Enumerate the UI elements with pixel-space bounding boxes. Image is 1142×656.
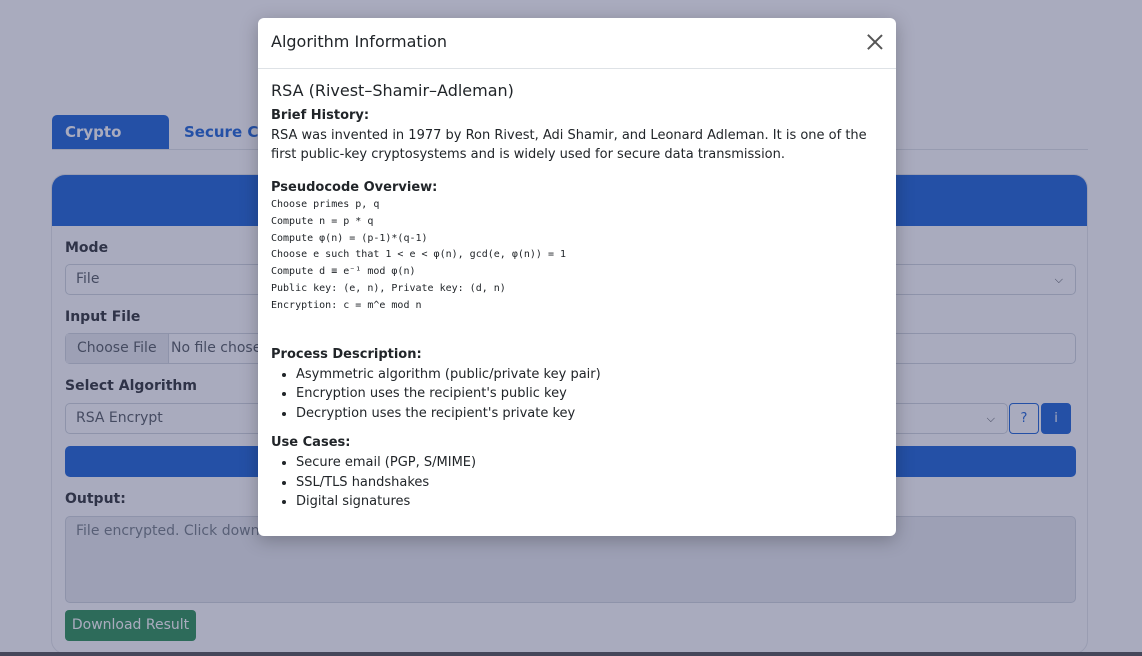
close-icon[interactable]: [864, 31, 886, 53]
list-item: Decryption uses the recipient's private …: [296, 404, 883, 424]
use-cases-list: Secure email (PGP, S/MIME) SSL/TLS hands…: [271, 453, 883, 512]
pseudocode-line: Choose primes p, q: [271, 199, 380, 210]
modal-header: Algorithm Information: [258, 18, 896, 69]
history-heading: Brief History:: [271, 108, 370, 123]
pseudocode-line: Encryption: c = m^e mod n: [271, 299, 422, 311]
pseudocode-line: Compute φ(n) = (p-1)*(q-1): [271, 232, 428, 244]
pseudocode-line: Public key: (e, n), Private key: (d, n): [271, 282, 506, 294]
pseudocode-line: Choose e such that 1 < e < φ(n), gcd(e, …: [271, 249, 567, 261]
process-heading: Process Description:: [271, 346, 422, 362]
list-item: SSL/TLS handshakes: [296, 473, 883, 493]
history-text: RSA was invented in 1977 by Ron Rivest, …: [271, 128, 867, 162]
modal-body: RSA (Rivest–Shamir–Adleman) Brief Histor…: [271, 81, 883, 512]
use-cases-heading: Use Cases:: [271, 435, 351, 451]
pseudocode-block: Choose primes p, q Compute n = p * q Com…: [271, 197, 883, 315]
process-list: Asymmetric algorithm (public/private key…: [271, 365, 883, 424]
list-item: Secure email (PGP, S/MIME): [296, 453, 883, 473]
list-item: Digital signatures: [296, 492, 883, 512]
list-item: Encryption uses the recipient's public k…: [296, 384, 883, 404]
algorithm-name: RSA (Rivest–Shamir–Adleman): [271, 81, 514, 100]
pseudocode-line: Compute d ≡ e⁻¹ mod φ(n): [271, 266, 416, 278]
modal-title: Algorithm Information: [271, 32, 448, 51]
pseudocode-heading: Pseudocode Overview:: [271, 180, 438, 195]
algorithm-info-modal: Algorithm Information RSA (Rivest–Shamir…: [258, 18, 896, 536]
list-item: Asymmetric algorithm (public/private key…: [296, 365, 883, 385]
pseudocode-line: Compute n = p * q: [271, 215, 374, 227]
